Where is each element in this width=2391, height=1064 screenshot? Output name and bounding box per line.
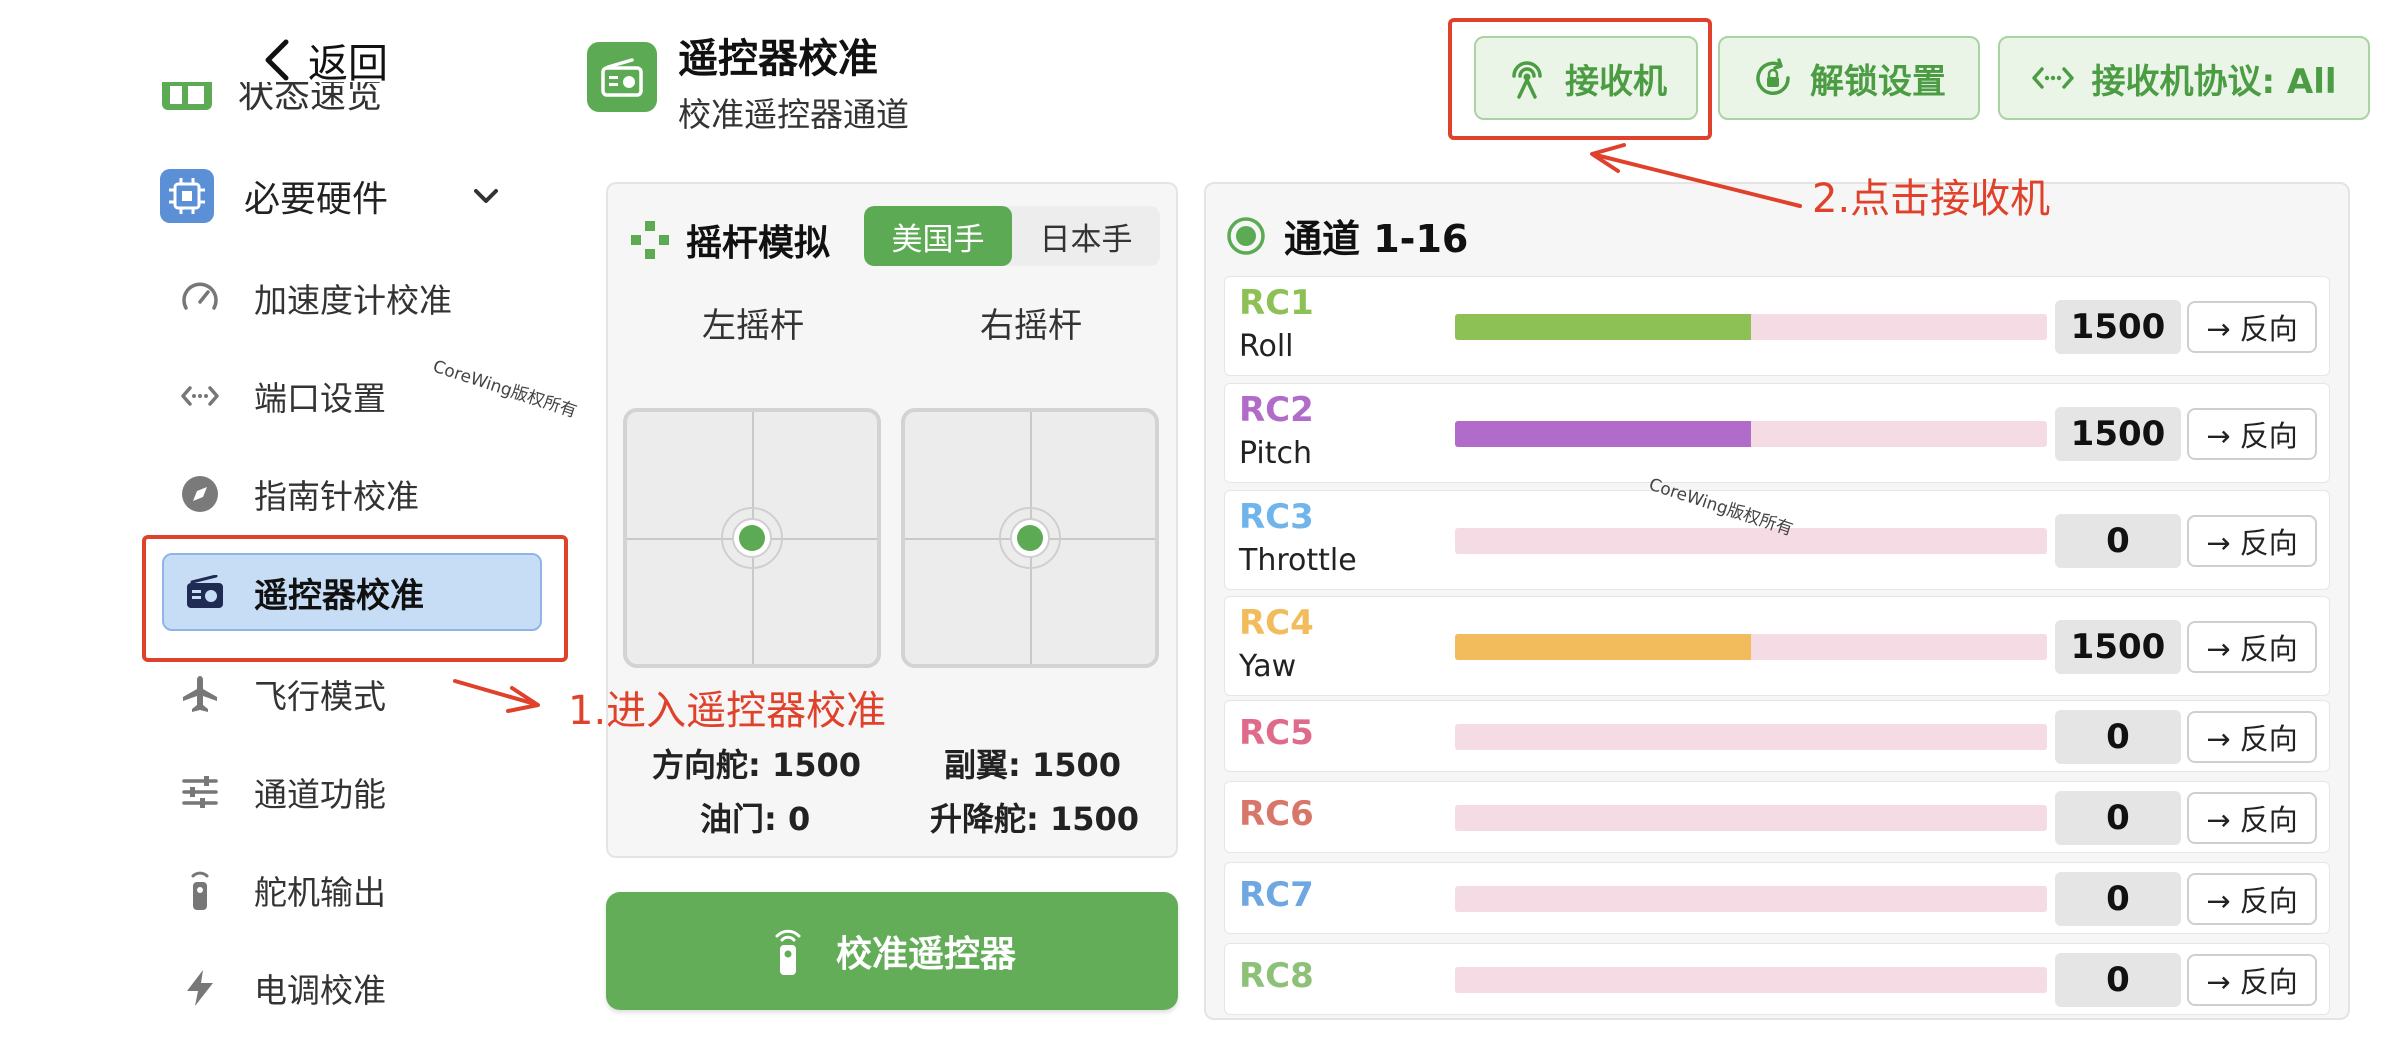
annotation-step1: 1.进入遥控器校准 (568, 688, 887, 734)
annotation-arrows (453, 143, 1802, 713)
annotation-step2: 2.点击接收机 (1812, 176, 2051, 222)
